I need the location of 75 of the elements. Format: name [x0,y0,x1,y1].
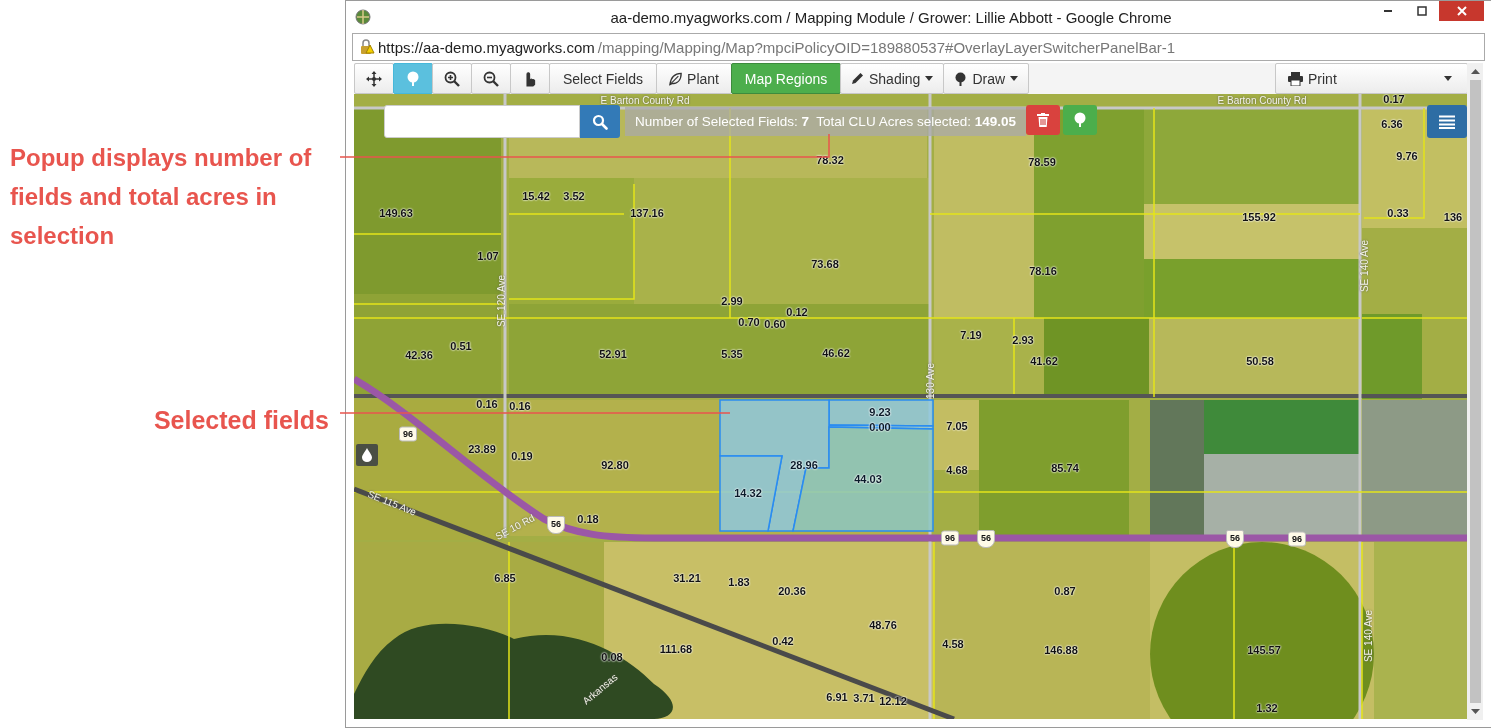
road-label: SE 120 Ave [495,274,507,328]
acreage-label: 23.89 [468,443,496,455]
road-label: SE 140 Ave [1358,239,1370,293]
acreage-label: 15.42 [522,190,550,202]
acreage-label: 44.03 [854,473,882,485]
acreage-label: 0.42 [772,635,794,647]
acreage-label: 0.18 [577,513,599,525]
acreage-label: 6.85 [494,572,516,584]
acreage-label: 145.57 [1247,644,1281,656]
acreage-label: 20.36 [778,585,806,597]
acreage-label: 0.87 [1054,585,1076,597]
acreage-label: 42.36 [405,349,433,361]
acreage-label: 111.68 [659,643,693,655]
road-label: SE 115 Ave [366,488,418,518]
acreage-label: 48.76 [869,619,897,631]
acreage-label: 155.92 [1242,211,1276,223]
acreage-label: 78.32 [816,154,844,166]
acreage-label: 0.19 [511,450,533,462]
acreage-label: 6.36 [1381,118,1403,130]
road-label: E Barton County Rd [1217,94,1307,106]
acreage-label: 0.70 [738,316,760,328]
acreage-label: 3.71 [853,692,875,704]
acreage-label: 50.58 [1246,355,1274,367]
acreage-label: 12.12 [879,695,907,707]
annotation-text: Selected fields [153,405,329,436]
road-label: E Barton County Rd [600,94,690,106]
road-label: SE 10 Rd [493,512,537,542]
url-host: https://aa-demo.myagworks.com [378,38,595,56]
acreage-label: 73.68 [811,258,839,270]
acreage-label: 0.08 [601,651,623,663]
acreage-label: 4.68 [946,464,968,476]
acreage-label: 0.00 [869,421,891,433]
acreage-label: 7.05 [946,420,968,432]
acreage-label: 85.74 [1051,462,1079,474]
acreage-label: 92.80 [601,459,629,471]
url-path: /mapping/Mapping/Map?mpciPolicyOID=189880537#OverlayLayerSwitcherPanelBar-1 [597,38,1176,56]
acreage-label: 0.33 [1387,207,1409,219]
acreage-label: 1.07 [477,250,499,262]
highway-shield: 96 [941,530,959,546]
acreage-label: 0.60 [764,318,786,330]
acreage-label: 78.16 [1029,265,1057,277]
acreage-label: 0.12 [786,306,808,318]
acreage-label: 3.52 [563,190,585,202]
road-label: SE 140 Ave [1362,609,1374,663]
acreage-label: 2.93 [1012,334,1034,346]
acreage-label: 137.16 [630,207,664,219]
acreage-label: 2.99 [721,295,743,307]
acreage-label: 78.59 [1028,156,1056,168]
acreage-label: 149.63 [379,207,413,219]
annotation-text: Popup displays number of fields and total acres in selection [9,143,313,251]
acreage-label: 9.76 [1396,150,1418,162]
highway-shield: 96 [399,426,417,442]
acreage-label: 46.62 [822,347,850,359]
acreage-label: 0.17 [1383,94,1405,105]
acreage-label: 28.96 [790,459,818,471]
acreage-label: 1.32 [1256,702,1278,714]
acreage-label: 0.51 [450,340,472,352]
acreage-label: 9.23 [869,406,891,418]
acreage-label: 136 [1443,211,1463,223]
acreage-label: 5.35 [721,348,743,360]
acreage-label: 0.16 [476,398,498,410]
acreage-label: 52.91 [599,348,627,360]
acreage-label: 14.32 [734,487,762,499]
acreage-label: 4.58 [942,638,964,650]
road-label: 130 Ave [924,363,936,399]
window-title: aa-demo.myagworks.com / Mapping Module / Grower: Lillie Abbott - Google Chrome [609,8,1173,26]
acreage-label: 146.88 [1044,644,1078,656]
acreage-label: 0.16 [509,400,531,412]
acreage-label: 6.91 [826,691,848,703]
acreage-label: 1.83 [728,576,750,588]
acreage-label: 31.21 [673,572,701,584]
acreage-label: 41.62 [1030,355,1058,367]
highway-shield: 96 [1288,531,1306,547]
acreage-label: 7.19 [960,329,982,341]
selection-summary: Number of Selected Fields: 7 Total CLU Acres selected: 149.05 [625,107,1026,136]
